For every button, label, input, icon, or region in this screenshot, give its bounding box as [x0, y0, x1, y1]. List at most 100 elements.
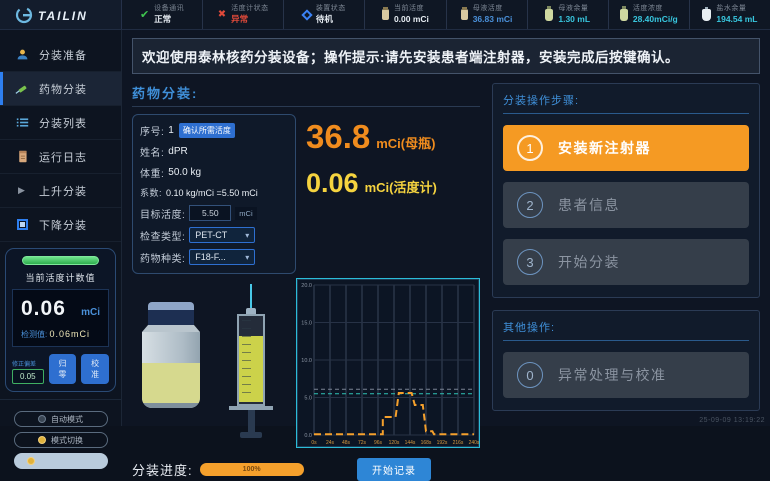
mode-toggles: 自动模式 模式切换	[0, 399, 121, 469]
svg-text:120s: 120s	[389, 440, 400, 446]
check-icon: ✔	[140, 8, 149, 21]
vial-icon	[382, 9, 389, 20]
drug-type-label: 药物种类:	[140, 250, 185, 265]
step-exception-calibration[interactable]: 0 异常处理与校准	[503, 352, 749, 398]
step-number: 3	[517, 249, 543, 275]
svg-text:15.0: 15.0	[301, 321, 312, 327]
vial-liquid	[142, 363, 200, 403]
svg-text:48s: 48s	[342, 440, 351, 446]
vial-graphic	[142, 302, 200, 408]
activity-meter-readout: 0.06 mCi(活度计)	[306, 168, 480, 199]
status-device-comm: ✔ 设备通讯正常	[122, 0, 202, 29]
status-concentration: 活度浓度28.40mCi/g	[608, 0, 689, 29]
down-icon	[15, 218, 29, 232]
status-mother-activity: 母液活度36.83 mCi	[446, 0, 527, 29]
offset-value-box[interactable]: 0.05	[12, 369, 44, 384]
status-current-activity: 当前活度0.00 mCi	[364, 0, 445, 29]
activity-meter-panel: 当前活度计数值 0.06 mCi 检测值: 0.06mCi 修正偏差 0.05 …	[5, 248, 116, 392]
start-record-button[interactable]: 开始记录	[357, 458, 431, 481]
target-activity-label: 目标活度:	[140, 206, 185, 221]
top-bar: TAILIN ✔ 设备通讯正常 ✖ 活度计状态异常 装置状态待机 当前活度0.0…	[0, 0, 770, 30]
steps-panel-title: 分装操作步骤:	[503, 92, 749, 114]
check-type-select[interactable]: PET-CT ▾	[189, 227, 255, 243]
svg-text:216s: 216s	[453, 440, 464, 446]
syringe-icon	[15, 82, 29, 96]
mode-dot-icon	[38, 415, 46, 423]
sidebar-item-prepare[interactable]: 分装准备	[0, 38, 121, 72]
svg-text:144s: 144s	[405, 440, 416, 446]
welcome-banner: 欢迎使用泰林核药分装设备；操作提示:请先安装患者端注射器，安装完成后按键确认。	[132, 38, 760, 74]
app-logo: TAILIN	[0, 0, 122, 29]
step-number: 0	[517, 362, 543, 388]
target-activity-input[interactable]	[189, 205, 231, 221]
sidebar-item-lower[interactable]: 下降分装	[0, 208, 121, 242]
sidebar-menu: 分装准备 药物分装 分装列表 运行日志 ▶ 上升分装 下降分装	[0, 38, 121, 242]
step-install-syringe[interactable]: 1 安装新注射器	[503, 125, 749, 171]
svg-text:5.0: 5.0	[304, 396, 312, 402]
confirm-activity-button[interactable]: 确认所需活度	[179, 123, 235, 138]
offset-label: 修正偏差	[12, 359, 44, 368]
svg-text:72s: 72s	[358, 440, 367, 446]
svg-text:TAILIN: TAILIN	[38, 9, 88, 23]
log-icon	[15, 150, 29, 164]
steps-panel: 分装操作步骤: 1 安装新注射器 2 患者信息 3 开始分装	[492, 83, 760, 298]
meter-zero-button[interactable]: 归零	[49, 354, 77, 384]
svg-text:24s: 24s	[326, 440, 335, 446]
auto-mode-toggle[interactable]: 自动模式	[14, 411, 108, 427]
svg-text:0.0: 0.0	[304, 433, 312, 439]
step-number: 1	[517, 135, 543, 161]
svg-text:10.0: 10.0	[301, 358, 312, 364]
glassware-graphic	[132, 278, 294, 450]
mode-switch-toggle[interactable]: 模式切换	[14, 432, 108, 448]
svg-text:0s: 0s	[311, 440, 317, 446]
svg-text:240s: 240s	[469, 440, 479, 446]
coefficient-label: 系数:	[140, 186, 162, 199]
meter-display: 0.06 mCi 检测值: 0.06mCi	[12, 289, 109, 347]
sidebar-item-log[interactable]: 运行日志	[0, 140, 121, 174]
svg-text:20.0: 20.0	[301, 283, 312, 289]
status-strip: ✔ 设备通讯正常 ✖ 活度计状态异常 装置状态待机 当前活度0.00 mCi 母…	[122, 0, 770, 29]
weight-value: 50.0 kg	[168, 167, 201, 178]
status-device-state: 装置状态待机	[283, 0, 364, 29]
mother-vial-readout: 36.8 mCi(母瓶)	[306, 118, 480, 156]
progress-bar: 100%	[200, 463, 304, 476]
chevron-down-icon: ▾	[245, 253, 249, 262]
step-start-dispense[interactable]: 3 开始分装	[503, 239, 749, 285]
mode-switch-label: 模式切换	[51, 435, 83, 446]
sidebar-item-label: 药物分装	[39, 81, 87, 97]
section-title: 药物分装:	[132, 83, 480, 107]
sidebar-item-label: 分装准备	[39, 47, 87, 63]
detect-label: 检测值:	[21, 330, 47, 339]
step-number: 2	[517, 192, 543, 218]
weight-label: 体重:	[140, 165, 164, 180]
serial-value: 1	[168, 125, 174, 136]
drug-type-select[interactable]: F18-F... ▾	[189, 249, 255, 265]
status-saline-volume: 盐水余量194.54 mL	[689, 0, 770, 29]
chart-canvas: 0s24s48s72s96s120s144s168s192s216s240s20…	[297, 279, 479, 447]
name-value: dPR	[168, 146, 187, 157]
step-label: 开始分装	[558, 252, 620, 272]
main-area: 欢迎使用泰林核药分装设备；操作提示:请先安装患者端注射器，安装完成后按键确认。 …	[122, 30, 770, 426]
other-ops-panel: 其他操作: 0 异常处理与校准	[492, 310, 760, 411]
bottle-icon	[545, 9, 553, 21]
device-icon	[301, 9, 312, 20]
sidebar-item-label: 分装列表	[39, 115, 87, 131]
progress-value: 100%	[243, 466, 261, 473]
step-patient-info[interactable]: 2 患者信息	[503, 182, 749, 228]
sidebar-item-rise[interactable]: ▶ 上升分装	[0, 174, 121, 208]
svg-text:96s: 96s	[374, 440, 383, 446]
meter-status-light	[22, 256, 100, 265]
mode-dot-icon	[38, 436, 46, 444]
target-activity-unit: mCi	[235, 207, 256, 220]
status-activity-meter: ✖ 活度计状态异常	[202, 0, 283, 29]
other-ops-title: 其他操作:	[503, 319, 749, 341]
name-label: 姓名:	[140, 144, 164, 159]
sidebar-item-list[interactable]: 分装列表	[0, 106, 121, 140]
detect-value: 0.06mCi	[49, 329, 90, 339]
chevron-down-icon: ▾	[245, 231, 249, 240]
meter-calibrate-button[interactable]: 校准	[81, 354, 109, 384]
coefficient-value: 0.10 kg/mCi =5.50 mCi	[166, 188, 258, 198]
mode-indicator-pill[interactable]	[14, 453, 108, 469]
status-mother-volume: 母液余量1.30 mL	[527, 0, 608, 29]
sidebar-item-dispense[interactable]: 药物分装	[0, 72, 121, 106]
